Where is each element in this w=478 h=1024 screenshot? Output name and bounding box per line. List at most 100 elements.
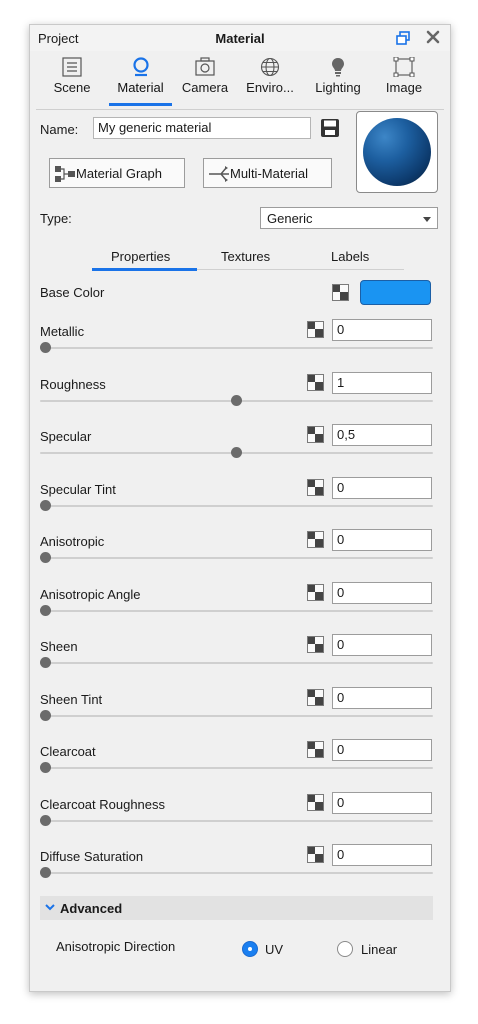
float-window-icon[interactable] xyxy=(396,31,410,45)
tab-scene[interactable]: Scene xyxy=(44,53,100,105)
type-select[interactable]: Generic xyxy=(260,207,438,229)
slider-track[interactable] xyxy=(40,872,433,874)
advanced-section-header[interactable]: Advanced xyxy=(40,896,433,920)
property-value-input[interactable]: 0 xyxy=(332,739,432,761)
slider-track[interactable] xyxy=(40,714,433,717)
tab-lighting[interactable]: Lighting xyxy=(309,53,367,105)
multi-material-icon xyxy=(209,166,229,182)
texture-map-icon[interactable] xyxy=(307,531,324,548)
radio-linear[interactable] xyxy=(337,941,353,957)
slider-knob[interactable] xyxy=(40,867,51,878)
anisotropic-direction-label: Anisotropic Direction xyxy=(56,939,176,954)
base-color-swatch[interactable] xyxy=(360,280,431,305)
texture-map-icon[interactable] xyxy=(307,846,324,863)
slider-track[interactable] xyxy=(40,557,433,559)
slider-knob[interactable] xyxy=(40,762,51,773)
slider-track[interactable] xyxy=(40,767,433,769)
subtab-textures[interactable]: Textures xyxy=(221,249,270,264)
texture-map-icon[interactable] xyxy=(307,793,324,811)
slider-knob[interactable] xyxy=(40,814,51,826)
property-value-input[interactable]: 1 xyxy=(332,371,432,394)
property-row: Anisotropic Angle 0 xyxy=(30,581,450,639)
tab-material-label: Material xyxy=(117,80,164,95)
slider-track[interactable] xyxy=(40,609,433,612)
tab-scene-label: Scene xyxy=(53,80,91,95)
subtab-labels[interactable]: Labels xyxy=(331,249,369,264)
slider-knob[interactable] xyxy=(231,447,242,458)
name-input[interactable]: My generic material xyxy=(93,117,311,139)
texture-map-icon[interactable] xyxy=(307,688,324,706)
texture-map-icon[interactable] xyxy=(307,741,324,758)
property-row: Clearcoat Roughness 0 xyxy=(30,791,450,849)
slider-knob[interactable] xyxy=(40,552,51,563)
slider-knob[interactable] xyxy=(40,709,51,721)
slider-knob[interactable] xyxy=(40,657,51,668)
texture-map-icon[interactable] xyxy=(307,373,324,391)
slider-knob[interactable] xyxy=(40,604,51,616)
tab-image[interactable]: Image xyxy=(378,53,430,105)
material-graph-icon xyxy=(55,166,75,182)
property-value-input[interactable]: 0 xyxy=(332,686,432,709)
material-graph-button[interactable]: Material Graph xyxy=(49,158,185,188)
radio-linear-label[interactable]: Linear xyxy=(361,942,397,957)
property-value-input[interactable]: 0 xyxy=(332,476,432,499)
multi-material-button[interactable]: Multi-Material xyxy=(203,158,332,188)
name-label: Name: xyxy=(40,122,79,137)
property-value-input[interactable]: 0 xyxy=(332,791,432,814)
property-label: Clearcoat Roughness xyxy=(40,796,166,812)
property-label: Diffuse Saturation xyxy=(40,849,144,864)
property-value-input[interactable]: 0,5 xyxy=(332,424,432,446)
tab-image-label: Image xyxy=(385,80,423,95)
property-label: Anisotropic xyxy=(40,534,105,549)
texture-map-icon[interactable] xyxy=(307,478,324,496)
camera-icon xyxy=(195,57,215,76)
texture-map-icon[interactable] xyxy=(307,426,324,443)
property-value-input[interactable]: 0 xyxy=(332,634,432,656)
property-label: Sheen xyxy=(40,639,78,654)
texture-map-icon[interactable] xyxy=(307,636,324,653)
tab-material[interactable]: Material xyxy=(109,53,172,105)
property-value-input[interactable]: 0 xyxy=(332,844,432,866)
slider-track[interactable] xyxy=(40,504,433,507)
close-icon[interactable] xyxy=(425,29,441,45)
property-value-input[interactable]: 0 xyxy=(332,319,432,341)
radio-uv[interactable] xyxy=(242,941,258,957)
globe-icon xyxy=(260,57,280,77)
property-label: Anisotropic Angle xyxy=(40,586,141,602)
slider-track[interactable] xyxy=(40,662,433,664)
slider-knob[interactable] xyxy=(40,342,51,353)
tab-camera-label: Camera xyxy=(181,80,229,95)
main-tabs: Scene Material Camera Enviro... Lighting… xyxy=(30,53,450,107)
active-subtab-indicator xyxy=(92,268,197,271)
subtab-properties[interactable]: Properties xyxy=(111,249,170,264)
property-row: Specular Tint 0 xyxy=(30,476,450,534)
property-row: Specular 0,5 xyxy=(30,424,450,481)
chevron-down-icon xyxy=(423,217,431,222)
save-icon[interactable] xyxy=(320,118,340,138)
texture-map-icon[interactable] xyxy=(307,321,324,338)
texture-map-icon[interactable] xyxy=(307,583,324,601)
tab-environment[interactable]: Enviro... xyxy=(242,53,298,105)
material-preview[interactable] xyxy=(356,111,438,193)
property-row: Metallic 0 xyxy=(30,319,450,376)
preview-sphere xyxy=(363,118,431,186)
property-value-input[interactable]: 0 xyxy=(332,581,432,604)
base-color-label: Base Color xyxy=(40,285,105,300)
property-value-input[interactable]: 0 xyxy=(332,529,432,551)
tab-lighting-label: Lighting xyxy=(315,80,361,95)
chevron-down-icon xyxy=(45,904,55,911)
image-frame-icon xyxy=(393,57,415,77)
radio-uv-label[interactable]: UV xyxy=(265,942,283,957)
slider-knob[interactable] xyxy=(231,394,242,406)
property-label: Roughness xyxy=(40,376,106,392)
material-icon xyxy=(132,57,149,77)
slider-track[interactable] xyxy=(40,347,433,349)
texture-map-icon[interactable] xyxy=(332,284,349,301)
slider-track[interactable] xyxy=(40,819,433,822)
bulb-icon xyxy=(332,58,344,77)
property-label: Metallic xyxy=(40,324,85,339)
slider-knob[interactable] xyxy=(40,499,51,511)
property-label: Specular Tint xyxy=(40,481,116,497)
tab-camera[interactable]: Camera xyxy=(178,53,232,105)
property-row: Roughness 1 xyxy=(30,371,450,429)
